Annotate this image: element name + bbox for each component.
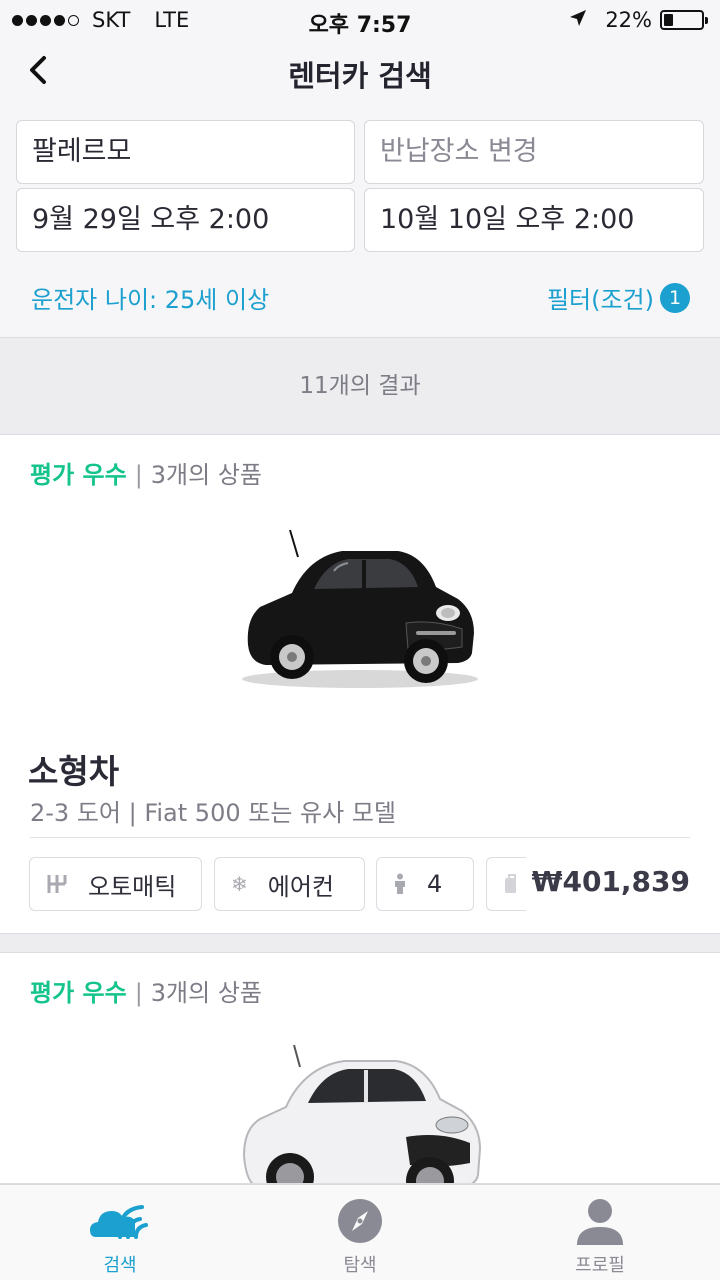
driver-age-link[interactable]: 운전자 나이: 25세 이상 [31, 280, 269, 315]
tab-profile[interactable]: 프로필 [480, 1185, 720, 1280]
person-icon [393, 873, 407, 895]
return-datetime-field[interactable]: 10월 10일 오후 2:00 [364, 188, 704, 252]
status-right: 22% [569, 8, 708, 32]
seats-count: 4 [427, 870, 443, 898]
gear-shift-icon [46, 873, 68, 895]
search-panel: 팔레르모 반납장소 변경 9월 29일 오후 2:00 10월 10일 오후 2… [0, 100, 720, 338]
results-count: 11개의 결과 [299, 373, 421, 399]
filter-button[interactable]: 필터(조건) 1 [547, 280, 690, 315]
ac-label: 에어컨 [267, 872, 335, 901]
tab-explore[interactable]: 탐색 [240, 1185, 480, 1280]
transmission-label: 오토매틱 [88, 872, 177, 901]
status-bar: SKT LTE 오후 7:57 22% [0, 0, 720, 40]
air-conditioning-chip: ❄ 에어컨 [214, 857, 365, 911]
rating-label: 평가 우수 [30, 979, 127, 1007]
location-arrow-icon [569, 8, 587, 32]
page-title: 렌터카 검색 [288, 59, 432, 93]
divider [30, 837, 690, 838]
filter-count-badge: 1 [660, 282, 690, 313]
tab-bar: 검색 탐색 프로필 [0, 1184, 720, 1280]
tab-label: 검색 [103, 1255, 137, 1276]
search-cloud-icon [88, 1197, 152, 1245]
car-description: 2-3 도어 | Fiat 500 또는 유사 모델 [30, 799, 396, 827]
rating-line: 평가 우수 | 3개의 상품 [30, 979, 262, 1007]
snowflake-icon: ❄ [231, 872, 248, 896]
profile-icon [575, 1197, 625, 1249]
filter-label: 필터(조건) [546, 286, 654, 314]
car-class: 소형차 [28, 752, 120, 791]
car-result-card[interactable]: 평가 우수 | 3개의 상품 [0, 952, 720, 1184]
nav-bar: 렌터카 검색 [0, 40, 720, 100]
car-result-card[interactable]: 평가 우수 | 3개의 상품 소형차 2-3 도어 | Fiat 500 또는 유사… [0, 434, 720, 934]
tab-search[interactable]: 검색 [0, 1185, 240, 1280]
price: ₩401,839 [515, 865, 690, 898]
rating-label: 평가 우수 [30, 461, 127, 489]
pickup-location-field[interactable]: 팔레르모 [16, 120, 355, 184]
battery-icon [660, 10, 708, 30]
battery-percent: 22% [605, 8, 652, 32]
tab-label: 탐색 [343, 1255, 377, 1276]
compass-icon [336, 1197, 384, 1249]
seats-chip: 4 [376, 857, 474, 911]
rating-line: 평가 우수 | 3개의 상품 [30, 461, 262, 489]
tab-label: 프로필 [575, 1255, 625, 1276]
pickup-datetime-field[interactable]: 9월 29일 오후 2:00 [16, 188, 355, 252]
offers-count: 3개의 상품 [150, 979, 262, 1007]
offers-count: 3개의 상품 [150, 461, 262, 489]
return-location-field[interactable]: 반납장소 변경 [364, 120, 704, 184]
transmission-chip: 오토매틱 [29, 857, 202, 911]
car-image-black-hatchback [242, 529, 478, 688]
car-image-white-hatchback [242, 1045, 482, 1183]
